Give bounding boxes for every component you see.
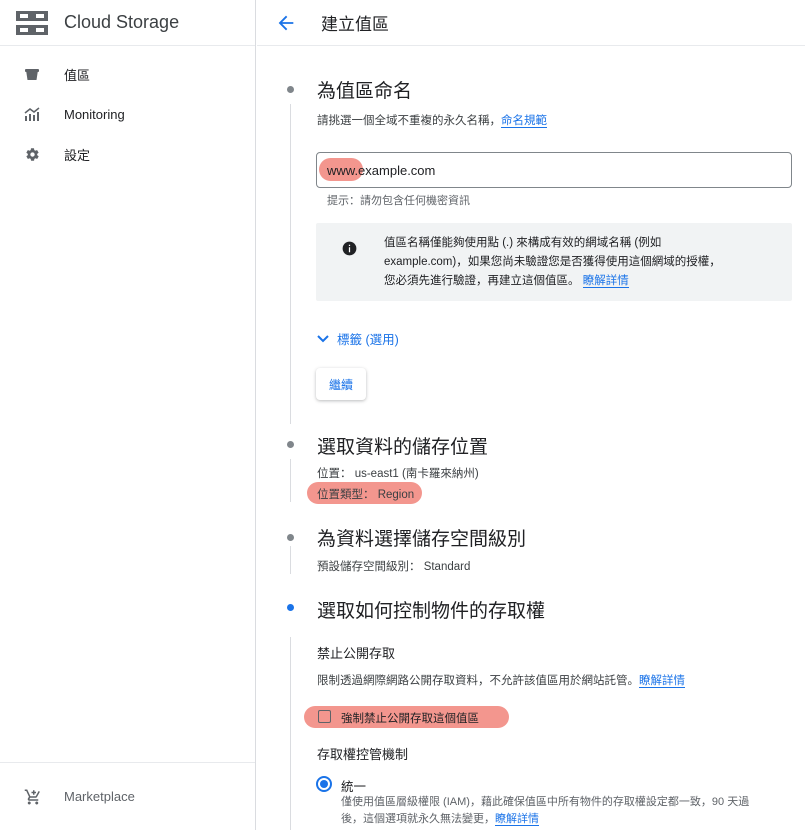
info-box: 值區名稱僅能夠使用點 (.) 來構成有效的網域名稱 (例如 example.co… xyxy=(316,223,792,301)
uniform-access-description: 僅使用值區層級權限 (IAM)，藉此確保值區中所有物件的存取權設定都一致，90 … xyxy=(341,794,801,828)
input-hint: 提示：請勿包含任何機密資訊 xyxy=(327,195,470,207)
step-indicator xyxy=(287,441,294,448)
step-connector xyxy=(290,637,291,830)
step-title-location: 選取資料的儲存位置 xyxy=(317,437,489,458)
sidebar-item-buckets[interactable]: 值區 xyxy=(0,54,255,94)
uniform-desc-line: 僅使用值區層級權限 (IAM)，藉此確保值區中所有物件的存取權設定都一致，90 … xyxy=(341,796,750,808)
sidebar-nav: 值區 Monitoring 設定 xyxy=(0,46,255,174)
location-summary: 位置： us-east1 (南卡羅來納州) xyxy=(317,468,479,480)
public-access-learn-more-link[interactable]: 瞭解詳情 xyxy=(639,675,685,688)
step-indicator xyxy=(287,534,294,541)
page-header: 建立值區 xyxy=(257,0,805,46)
sidebar-item-label: Monitoring xyxy=(64,106,125,122)
labels-toggle-label: 標籤 (選用) xyxy=(337,333,399,347)
uniform-learn-more-link[interactable]: 瞭解詳情 xyxy=(495,813,539,826)
app-title: Cloud Storage xyxy=(64,12,180,32)
naming-rules-link[interactable]: 命名規範 xyxy=(501,115,547,128)
sidebar-item-label: 設定 xyxy=(64,147,91,163)
public-access-description-text: 限制透過網際網路公開存取資料，不允許該值區用於網站託管。 xyxy=(317,675,639,687)
storage-logo-icon xyxy=(16,10,48,35)
step-title-name: 為值區命名 xyxy=(317,81,413,102)
back-arrow-icon[interactable] xyxy=(275,12,297,34)
step-connector xyxy=(290,104,291,424)
sidebar: Cloud Storage 值區 Monitoring 設定 Marketpla… xyxy=(0,0,256,830)
step-title-access: 選取如何控制物件的存取權 xyxy=(317,601,546,622)
name-description: 請挑選一個全域不重複的永久名稱，命名規範 xyxy=(317,112,547,128)
sidebar-item-label: Marketplace xyxy=(64,789,135,804)
page-title: 建立值區 xyxy=(321,15,389,34)
step-connector xyxy=(290,546,291,574)
app: Cloud Storage 值區 Monitoring 設定 Marketpla… xyxy=(0,0,805,830)
sidebar-item-marketplace[interactable]: Marketplace xyxy=(0,762,255,830)
info-line-text: 您必須先進行驗證，再建立這個值區。 xyxy=(384,275,580,287)
labels-toggle[interactable]: 標籤 (選用) xyxy=(317,329,399,348)
enforce-public-access-prevention-label[interactable]: 強制禁止公開存取這個值區 xyxy=(341,710,479,726)
continue-button[interactable]: 繼續 xyxy=(316,368,366,400)
bucket-icon xyxy=(24,66,40,82)
storage-class-summary: 預設儲存空間級別： Standard xyxy=(317,561,471,573)
public-access-description: 限制透過網際網路公開存取資料，不允許該值區用於網站託管。瞭解詳情 xyxy=(317,672,685,688)
uniform-access-label[interactable]: 統一 xyxy=(341,776,366,795)
info-line: 您必須先進行驗證，再建立這個值區。 瞭解詳情 xyxy=(384,272,779,291)
info-line: example.com)，如果您尚未驗證您是否獲得使用這個網域的授權， xyxy=(384,256,721,268)
step-title-storage-class: 為資料選擇儲存空間級別 xyxy=(317,529,527,550)
enforce-public-access-prevention-checkbox[interactable] xyxy=(318,710,331,723)
uniform-access-radio[interactable] xyxy=(316,776,332,792)
sidebar-item-settings[interactable]: 設定 xyxy=(0,134,255,174)
uniform-desc-line: 後，這個選項就永久無法變更，瞭解詳情 xyxy=(341,811,801,828)
create-bucket-form: 為值區命名 請挑選一個全域不重複的永久名稱，命名規範 www.example.c… xyxy=(257,47,805,830)
chart-icon xyxy=(24,106,40,122)
brand: Cloud Storage xyxy=(0,0,255,46)
name-description-text: 請挑選一個全域不重複的永久名稱， xyxy=(317,115,501,127)
chevron-down-icon xyxy=(317,334,329,342)
info-text: 值區名稱僅能夠使用點 (.) 來構成有效的網域名稱 (例如 example.co… xyxy=(384,234,779,291)
public-access-heading: 禁止公開存取 xyxy=(317,646,396,661)
info-learn-more-link[interactable]: 瞭解詳情 xyxy=(582,275,629,288)
sidebar-item-monitoring[interactable]: Monitoring xyxy=(0,94,255,134)
access-control-heading: 存取權控管機制 xyxy=(317,747,409,762)
gear-icon xyxy=(24,146,40,162)
step-connector xyxy=(290,459,291,502)
info-line: 值區名稱僅能夠使用點 (.) 來構成有效的網域名稱 (例如 xyxy=(384,237,662,249)
info-icon xyxy=(342,241,357,256)
step-indicator xyxy=(287,86,294,93)
bucket-name-value: www.example.com xyxy=(327,163,436,178)
sidebar-item-label: 值區 xyxy=(64,67,91,83)
cart-icon xyxy=(24,789,40,804)
uniform-desc-text: 後，這個選項就永久無法變更， xyxy=(341,813,495,825)
location-type-summary: 位置類型： Region xyxy=(317,489,415,501)
step-indicator-active xyxy=(287,604,294,611)
